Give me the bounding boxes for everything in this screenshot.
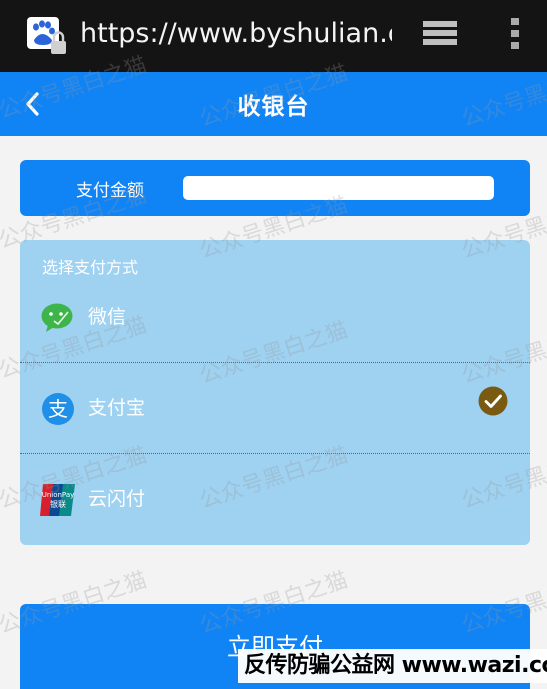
svg-text:支: 支 — [48, 397, 68, 421]
browser-toolbar: https://www.byshulian.com — [0, 0, 547, 72]
app-header: 收银台 — [0, 72, 547, 136]
payment-method-heading: 选择支付方式 — [42, 258, 139, 277]
divider — [20, 362, 530, 363]
amount-label: 支付金额 — [76, 181, 144, 201]
payment-option-unionpay[interactable]: UnionPay 银联 云闪付 — [20, 464, 530, 536]
amount-card: 支付金额 — [20, 160, 530, 216]
unionpay-label: 云闪付 — [88, 488, 146, 510]
baidu-paw-lock-icon[interactable] — [26, 16, 68, 56]
unionpay-icon: UnionPay 银联 — [40, 484, 75, 516]
svg-text:UnionPay: UnionPay — [42, 491, 75, 499]
alipay-icon: 支 — [42, 393, 74, 425]
payment-method-card: 选择支付方式 微信 支 支付宝 UnionPay 银联 云闪付 — [20, 240, 530, 545]
address-bar-url[interactable]: https://www.byshulian.com — [80, 16, 392, 52]
payment-option-alipay[interactable]: 支 支付宝 — [20, 373, 530, 445]
svg-text:银联: 银联 — [50, 499, 66, 509]
wechat-label: 微信 — [88, 306, 127, 328]
footer-banner: 反传防骗公益网 www.wazi.cc — [238, 649, 547, 683]
wechat-icon — [41, 303, 73, 332]
tabs-stack-icon[interactable] — [420, 18, 462, 50]
alipay-label: 支付宝 — [88, 397, 146, 419]
checkmark-selected-icon — [478, 386, 508, 416]
payment-option-wechat[interactable]: 微信 — [20, 282, 530, 354]
overflow-menu-icon[interactable] — [508, 16, 522, 50]
divider — [20, 453, 530, 454]
page-title: 收银台 — [237, 94, 310, 120]
amount-input[interactable] — [183, 176, 494, 200]
